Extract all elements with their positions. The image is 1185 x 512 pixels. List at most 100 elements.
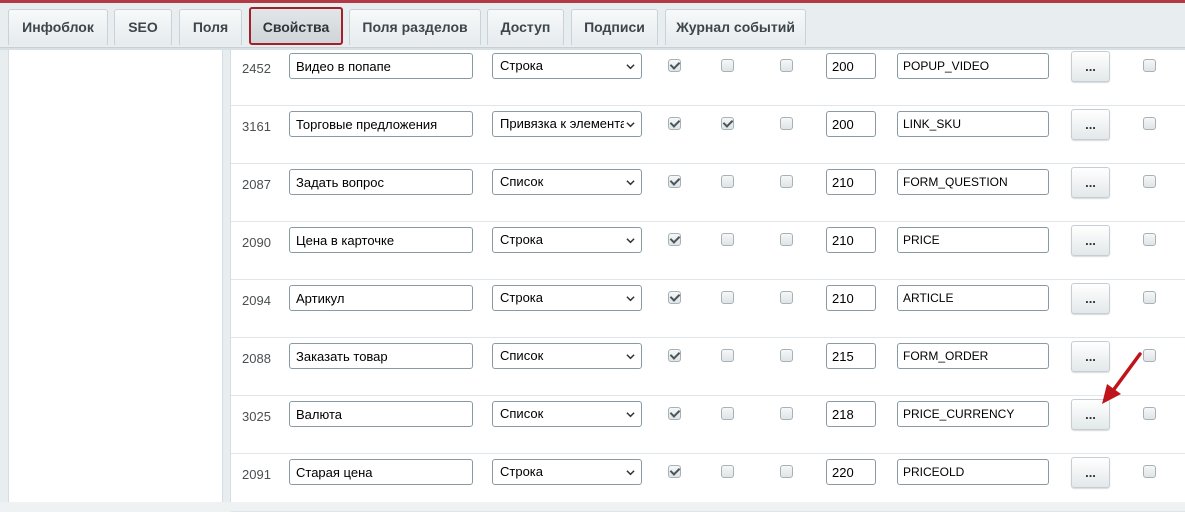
property-type-select[interactable]: Список [492, 401, 642, 427]
more-settings-button[interactable]: ... [1071, 167, 1110, 198]
sort-input[interactable] [826, 227, 876, 253]
tab-infoblock[interactable]: Инфоблок [8, 9, 108, 45]
property-type-select[interactable]: Список [492, 343, 642, 369]
more-settings-button[interactable]: ... [1071, 51, 1110, 82]
property-id: 3161 [242, 119, 271, 134]
table-row: 2088Список... [231, 338, 1185, 396]
sort-input[interactable] [826, 53, 876, 79]
sort-input[interactable] [826, 111, 876, 137]
code-input[interactable] [897, 111, 1049, 137]
active-checkbox[interactable] [668, 349, 681, 362]
required-checkbox[interactable] [780, 175, 793, 188]
multiple-checkbox[interactable] [721, 407, 734, 420]
delete-checkbox[interactable] [1143, 59, 1156, 72]
property-name-input[interactable] [289, 285, 473, 311]
active-checkbox[interactable] [668, 233, 681, 246]
required-checkbox[interactable] [780, 117, 793, 130]
multiple-checkbox[interactable] [721, 349, 734, 362]
sort-input[interactable] [826, 459, 876, 485]
tab-access[interactable]: Доступ [487, 9, 564, 45]
chevron-down-icon [626, 180, 635, 186]
property-name-input[interactable] [289, 53, 473, 79]
required-checkbox[interactable] [780, 59, 793, 72]
code-input[interactable] [897, 401, 1049, 427]
property-type-select[interactable]: Строка [492, 285, 642, 311]
active-checkbox[interactable] [668, 465, 681, 478]
property-type-value: Строка [500, 58, 544, 73]
table-row: 2091 Строка... [231, 454, 1185, 512]
active-checkbox[interactable] [668, 407, 681, 420]
property-name-input[interactable] [289, 459, 473, 485]
multiple-checkbox[interactable] [721, 233, 734, 246]
table-row: 2087 Список... [231, 164, 1185, 222]
property-name-input[interactable] [289, 343, 473, 369]
tab-fields[interactable]: Поля [179, 9, 242, 45]
delete-checkbox[interactable] [1143, 465, 1156, 478]
property-id: 3025 [242, 409, 271, 424]
code-input[interactable] [897, 227, 1049, 253]
code-input[interactable] [897, 285, 1049, 311]
property-type-select[interactable]: Список [492, 169, 642, 195]
property-name-input[interactable] [289, 111, 473, 137]
row-controls: 2452 Строка... [231, 51, 1185, 83]
property-id: 2087 [242, 177, 271, 192]
row-controls: 3161 Привязка к элементам... [231, 109, 1185, 141]
chevron-down-icon [626, 470, 635, 476]
chevron-down-icon [626, 354, 635, 360]
tab-event-log[interactable]: Журнал событий [665, 9, 806, 45]
property-type-select[interactable]: Строка [492, 459, 642, 485]
table-row: 2090 Строка... [231, 222, 1185, 280]
code-input[interactable] [897, 53, 1049, 79]
sort-input[interactable] [826, 401, 876, 427]
code-input[interactable] [897, 169, 1049, 195]
property-name-input[interactable] [289, 401, 473, 427]
tab-properties[interactable]: Свойства [249, 7, 343, 45]
property-id: 2452 [242, 61, 271, 76]
properties-table: 2452 Строка... 3161 Привязка к элементам...… [230, 48, 1185, 512]
required-checkbox[interactable] [780, 465, 793, 478]
sort-input[interactable] [826, 169, 876, 195]
active-checkbox[interactable] [668, 59, 681, 72]
property-type-select[interactable]: Строка [492, 53, 642, 79]
code-input[interactable] [897, 343, 1049, 369]
required-checkbox[interactable] [780, 407, 793, 420]
row-controls: 2091 Строка... [231, 457, 1185, 489]
chevron-down-icon [626, 296, 635, 302]
tab-captions[interactable]: Подписи [571, 9, 658, 45]
multiple-checkbox[interactable] [721, 291, 734, 304]
property-type-value: Строка [500, 232, 544, 247]
multiple-checkbox[interactable] [721, 175, 734, 188]
property-name-input[interactable] [289, 227, 473, 253]
active-checkbox[interactable] [668, 117, 681, 130]
multiple-checkbox[interactable] [721, 59, 734, 72]
table-row: 2452 Строка... [231, 48, 1185, 106]
delete-checkbox[interactable] [1143, 175, 1156, 188]
sort-input[interactable] [826, 285, 876, 311]
row-controls: 2090 Строка... [231, 225, 1185, 257]
more-settings-button[interactable]: ... [1071, 283, 1110, 314]
delete-checkbox[interactable] [1143, 233, 1156, 246]
tab-seo[interactable]: SEO [114, 9, 172, 45]
required-checkbox[interactable] [780, 233, 793, 246]
delete-checkbox[interactable] [1143, 407, 1156, 420]
active-checkbox[interactable] [668, 291, 681, 304]
required-checkbox[interactable] [780, 291, 793, 304]
tab-section-fields[interactable]: Поля разделов [349, 9, 481, 45]
property-type-value: Список [500, 348, 544, 363]
property-type-select[interactable]: Привязка к элементам [492, 111, 642, 137]
delete-checkbox[interactable] [1143, 117, 1156, 130]
more-settings-button[interactable]: ... [1071, 109, 1110, 140]
more-settings-button[interactable]: ... [1071, 225, 1110, 256]
required-checkbox[interactable] [780, 349, 793, 362]
row-controls: 3025Список... [231, 399, 1185, 431]
property-name-input[interactable] [289, 169, 473, 195]
active-checkbox[interactable] [668, 175, 681, 188]
delete-checkbox[interactable] [1143, 291, 1156, 304]
code-input[interactable] [897, 459, 1049, 485]
property-type-select[interactable]: Строка [492, 227, 642, 253]
sort-input[interactable] [826, 343, 876, 369]
multiple-checkbox[interactable] [721, 117, 734, 130]
chevron-down-icon [626, 238, 635, 244]
multiple-checkbox[interactable] [721, 465, 734, 478]
more-settings-button[interactable]: ... [1071, 457, 1110, 488]
